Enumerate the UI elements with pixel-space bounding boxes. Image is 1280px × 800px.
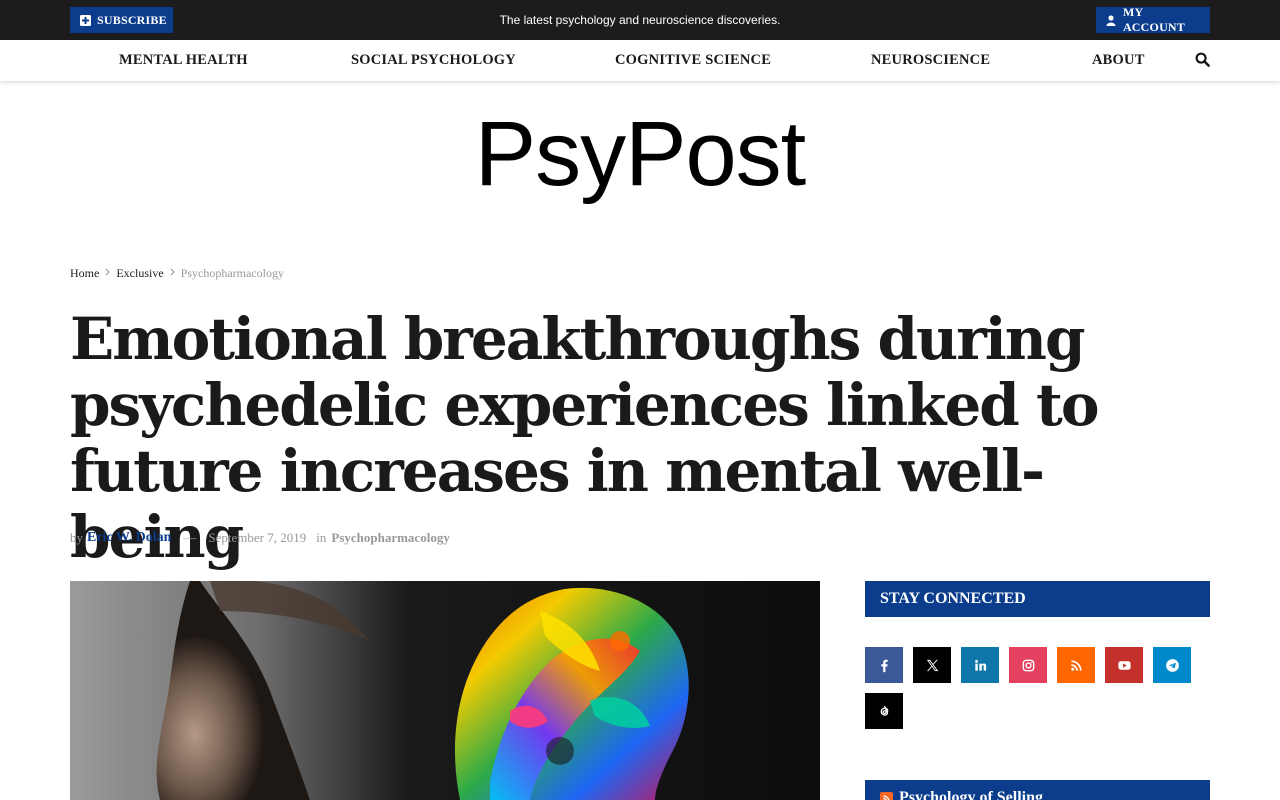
- nav-item-mental-health[interactable]: MENTAL HEALTH: [119, 40, 248, 81]
- selling-widget-heading: Psychology of Selling: [865, 780, 1210, 800]
- stay-connected-heading: STAY CONNECTED: [865, 581, 1210, 617]
- main-nav: MENTAL HEALTH SOCIAL PSYCHOLOGY COGNITIV…: [0, 40, 1280, 81]
- featured-image: [70, 581, 820, 800]
- top-bar: The latest psychology and neuroscience d…: [0, 0, 1280, 40]
- rss-icon: [1070, 659, 1082, 671]
- threads-icon: [880, 705, 888, 716]
- nav-item-cognitive-science[interactable]: COGNITIVE SCIENCE: [615, 40, 771, 81]
- instagram-button[interactable]: [1009, 647, 1047, 683]
- site-logo[interactable]: PsyPost: [0, 108, 1280, 200]
- plus-square-icon: [80, 14, 91, 26]
- chevron-right-icon: [170, 268, 175, 279]
- facebook-button[interactable]: [865, 647, 903, 683]
- search-icon[interactable]: [1195, 52, 1211, 68]
- by-label: by: [70, 530, 83, 545]
- in-label: in: [316, 530, 327, 545]
- subscribe-button[interactable]: SUBSCRIBE: [70, 7, 173, 33]
- selling-widget-title[interactable]: Psychology of Selling: [899, 789, 1043, 800]
- instagram-icon: [1022, 659, 1034, 671]
- breadcrumb-exclusive[interactable]: Exclusive: [116, 266, 163, 281]
- article-meta: by Eric W. Dolan — September 7, 2019 in …: [70, 530, 450, 546]
- nav-item-neuroscience[interactable]: NEUROSCIENCE: [871, 40, 990, 81]
- linkedin-button[interactable]: [961, 647, 999, 683]
- chevron-right-icon: [105, 268, 111, 279]
- youtube-icon: [1117, 660, 1131, 670]
- x-button[interactable]: [913, 647, 951, 683]
- subscribe-label: SUBSCRIBE: [97, 12, 167, 27]
- threads-button[interactable]: [865, 693, 903, 729]
- rss-button[interactable]: [1057, 647, 1095, 683]
- telegram-button[interactable]: [1153, 647, 1191, 683]
- telegram-icon: [1165, 658, 1179, 672]
- my-account-label: MY ACCOUNT: [1122, 5, 1186, 34]
- publish-date[interactable]: September 7, 2019: [208, 530, 306, 546]
- youtube-button[interactable]: [1105, 647, 1143, 683]
- author-link[interactable]: Eric W. Dolan: [87, 530, 171, 546]
- site-tagline: The latest psychology and neuroscience d…: [499, 13, 781, 27]
- breadcrumb-home[interactable]: Home: [70, 266, 99, 281]
- linkedin-icon: [974, 659, 986, 671]
- facebook-icon: [880, 659, 888, 672]
- nav-item-social-psychology[interactable]: SOCIAL PSYCHOLOGY: [351, 40, 516, 81]
- my-account-button[interactable]: MY ACCOUNT: [1096, 5, 1210, 34]
- breadcrumb-current[interactable]: Psychopharmacology: [181, 266, 284, 281]
- category-link[interactable]: Psychopharmacology: [331, 530, 449, 546]
- nav-item-about[interactable]: ABOUT: [1092, 40, 1145, 81]
- x-icon: [926, 659, 938, 671]
- breadcrumb: Home Exclusive Psychopharmacology: [70, 266, 284, 281]
- rss-icon: [880, 791, 893, 800]
- user-icon: [1106, 14, 1117, 26]
- meta-separator: —: [183, 530, 197, 545]
